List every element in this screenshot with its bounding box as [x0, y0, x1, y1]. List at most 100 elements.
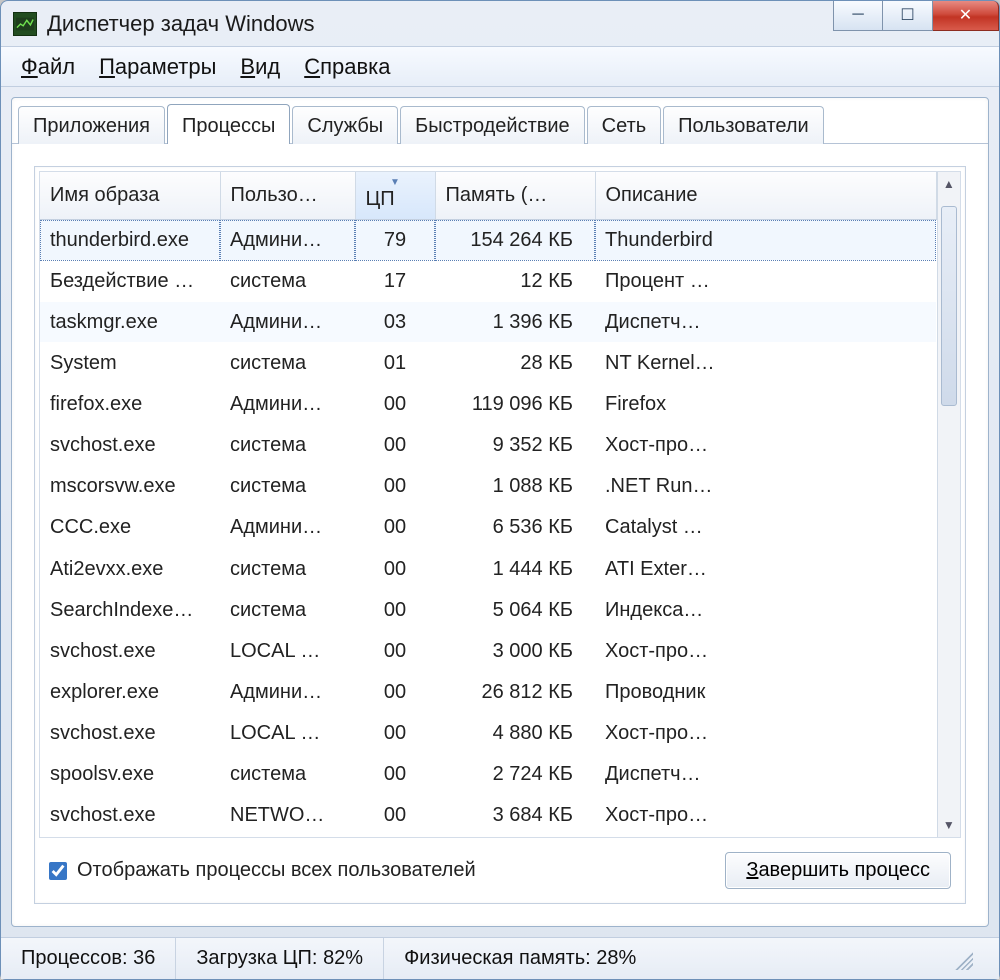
cell-desc: Хост-про… [595, 425, 936, 466]
cell-mem: 9 352 КБ [435, 425, 595, 466]
cell-mem: 3 684 КБ [435, 795, 595, 836]
cell-mem: 5 064 КБ [435, 590, 595, 631]
menu-file[interactable]: Файл [21, 54, 75, 80]
cell-cpu: 79 [355, 220, 435, 261]
cell-cpu: 00 [355, 713, 435, 754]
process-table: Имя образа Пользо… ▼ЦП Память (… Описани… [40, 172, 937, 837]
cell-user: система [220, 466, 355, 507]
cell-user: LOCAL … [220, 713, 355, 754]
scroll-down-icon[interactable]: ▼ [938, 813, 960, 837]
col-description[interactable]: Описание [595, 172, 936, 220]
cell-cpu: 00 [355, 549, 435, 590]
tab-applications[interactable]: Приложения [18, 106, 165, 144]
close-button[interactable]: ✕ [933, 1, 999, 31]
cell-mem: 4 880 КБ [435, 713, 595, 754]
task-manager-window: Диспетчер задач Windows ─ ☐ ✕ Файл Парам… [0, 0, 1000, 980]
cell-cpu: 00 [355, 507, 435, 548]
table-row[interactable]: SearchIndexe…система005 064 КБИндекса… [40, 590, 936, 631]
table-row[interactable]: mscorsvw.exeсистема001 088 КБ.NET Run… [40, 466, 936, 507]
table-row[interactable]: svchost.exeсистема009 352 КБХост-про… [40, 425, 936, 466]
scroll-track[interactable] [938, 196, 960, 813]
cell-mem: 12 КБ [435, 261, 595, 302]
end-process-button[interactable]: Завершить процесс [725, 852, 951, 889]
tab-networking[interactable]: Сеть [587, 106, 661, 144]
cell-desc: Процент … [595, 261, 936, 302]
table-row[interactable]: CCC.exeАдмини…006 536 КБCatalyst … [40, 507, 936, 548]
cell-desc: Хост-про… [595, 631, 936, 672]
cell-cpu: 00 [355, 425, 435, 466]
cell-name: explorer.exe [40, 672, 220, 713]
table-row[interactable]: spoolsv.exeсистема002 724 КБДиспетч… [40, 754, 936, 795]
cell-name: svchost.exe [40, 713, 220, 754]
process-list-wrap: Имя образа Пользо… ▼ЦП Память (… Описани… [39, 171, 961, 838]
col-user[interactable]: Пользо… [220, 172, 355, 220]
cell-desc: .NET Run… [595, 466, 936, 507]
table-row[interactable]: Бездействие …система1712 КБПроцент … [40, 261, 936, 302]
table-row[interactable]: svchost.exeNETWO…003 684 КБХост-про… [40, 795, 936, 836]
cell-user: система [220, 343, 355, 384]
scroll-up-icon[interactable]: ▲ [938, 172, 960, 196]
cell-cpu: 00 [355, 795, 435, 836]
cell-mem: 1 444 КБ [435, 549, 595, 590]
cell-user: система [220, 549, 355, 590]
titlebar[interactable]: Диспетчер задач Windows ─ ☐ ✕ [1, 1, 999, 47]
table-row[interactable]: Ati2evxx.exeсистема001 444 КБATI Exter… [40, 549, 936, 590]
show-all-users-checkbox[interactable]: Отображать процессы всех пользователей [49, 859, 476, 882]
cell-user: LOCAL … [220, 631, 355, 672]
cell-name: SearchIndexe… [40, 590, 220, 631]
cell-user: NETWO… [220, 795, 355, 836]
cell-desc: Индекса… [595, 590, 936, 631]
tab-strip: Приложения Процессы Службы Быстродействи… [12, 98, 988, 144]
col-image-name[interactable]: Имя образа [40, 172, 220, 220]
status-physical-memory: Физическая память: 28% [384, 938, 999, 979]
processes-panel: Имя образа Пользо… ▼ЦП Память (… Описани… [34, 166, 966, 904]
scroll-thumb[interactable] [941, 206, 957, 406]
cell-cpu: 00 [355, 590, 435, 631]
tab-services[interactable]: Службы [292, 106, 398, 144]
status-process-count: Процессов: 36 [1, 938, 176, 979]
cell-mem: 154 264 КБ [435, 220, 595, 261]
cell-name: svchost.exe [40, 795, 220, 836]
taskmgr-icon [13, 12, 37, 36]
sort-indicator-icon: ▼ [366, 180, 425, 186]
table-row[interactable]: Systemсистема0128 КБNT Kernel… [40, 343, 936, 384]
cell-desc: Firefox [595, 384, 936, 425]
cell-name: CCC.exe [40, 507, 220, 548]
cell-mem: 6 536 КБ [435, 507, 595, 548]
tab-processes[interactable]: Процессы [167, 104, 290, 144]
cell-mem: 3 000 КБ [435, 631, 595, 672]
maximize-button[interactable]: ☐ [883, 1, 933, 31]
menubar: Файл Параметры Вид Справка [1, 47, 999, 87]
cell-desc: ATI Exter… [595, 549, 936, 590]
table-row[interactable]: svchost.exeLOCAL …004 880 КБХост-про… [40, 713, 936, 754]
show-all-users-label: Отображать процессы всех пользователей [77, 859, 476, 882]
table-row[interactable]: svchost.exeLOCAL …003 000 КБХост-про… [40, 631, 936, 672]
cell-cpu: 03 [355, 302, 435, 343]
col-memory[interactable]: Память (… [435, 172, 595, 220]
cell-name: taskmgr.exe [40, 302, 220, 343]
tab-users[interactable]: Пользователи [663, 106, 824, 144]
vertical-scrollbar[interactable]: ▲ ▼ [937, 172, 960, 837]
cell-name: svchost.exe [40, 425, 220, 466]
cell-desc: Диспетч… [595, 754, 936, 795]
resize-grip-icon[interactable] [951, 948, 973, 970]
minimize-button[interactable]: ─ [833, 1, 883, 31]
table-row[interactable]: taskmgr.exeАдмини…031 396 КБДиспетч… [40, 302, 936, 343]
show-all-users-input[interactable] [49, 862, 67, 880]
menu-options[interactable]: Параметры [99, 54, 216, 80]
tab-performance[interactable]: Быстродействие [400, 106, 585, 144]
table-row[interactable]: thunderbird.exeАдмини…79154 264 КБThunde… [40, 220, 936, 261]
cell-user: Админи… [220, 672, 355, 713]
table-row[interactable]: firefox.exeАдмини…00119 096 КБFirefox [40, 384, 936, 425]
cell-cpu: 01 [355, 343, 435, 384]
cell-name: thunderbird.exe [40, 220, 220, 261]
table-row[interactable]: explorer.exeАдмини…0026 812 КБПроводник [40, 672, 936, 713]
statusbar: Процессов: 36 Загрузка ЦП: 82% Физическа… [1, 937, 999, 979]
menu-view[interactable]: Вид [240, 54, 280, 80]
cell-mem: 26 812 КБ [435, 672, 595, 713]
cell-user: система [220, 261, 355, 302]
menu-help[interactable]: Справка [304, 54, 390, 80]
col-cpu[interactable]: ▼ЦП [355, 172, 435, 220]
cell-user: система [220, 754, 355, 795]
cell-desc: Catalyst … [595, 507, 936, 548]
